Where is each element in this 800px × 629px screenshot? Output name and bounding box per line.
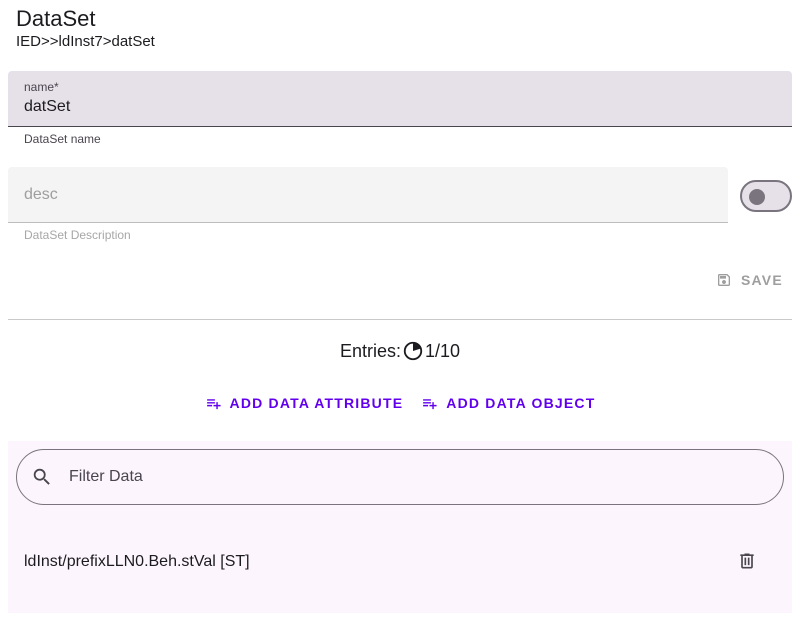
filter-placeholder[interactable]: Filter Data (69, 468, 143, 486)
list-item-label: ldInst/prefixLLN0.Beh.stVal [ST] (24, 553, 250, 570)
save-button[interactable]: SAVE (716, 266, 783, 294)
filter-input[interactable]: Filter Data (16, 449, 784, 505)
save-button-label: SAVE (741, 272, 783, 288)
add-data-object-button[interactable]: ADD DATA OBJECT (421, 392, 595, 414)
desc-field[interactable]: desc (8, 167, 728, 223)
desc-field-placeholder[interactable]: desc (24, 186, 58, 204)
page-title: DataSet (16, 6, 96, 31)
page-header: DataSet IED>>ldInst7>datSet (16, 6, 155, 52)
divider (8, 319, 792, 320)
name-field-helper: DataSet name (24, 132, 101, 146)
toggle-knob (749, 189, 765, 205)
delete-icon[interactable] (737, 551, 757, 571)
name-field[interactable]: name* datSet (8, 71, 792, 127)
add-data-attribute-button[interactable]: ADD DATA ATTRIBUTE (205, 392, 404, 414)
breadcrumb: IED>>ldInst7>datSet (16, 33, 155, 50)
save-icon (718, 274, 730, 286)
playlist-add-icon (206, 398, 221, 409)
entries-count: 1/10 (424, 340, 461, 361)
add-data-object-label: ADD DATA OBJECT (446, 395, 596, 411)
name-field-value[interactable]: datSet (24, 98, 70, 116)
name-field-label: name* (24, 80, 59, 94)
entries-panel: Filter Data ldInst/prefixLLN0.Beh.stVal … (8, 441, 792, 613)
playlist-add-icon (423, 398, 437, 409)
desc-null-toggle[interactable] (740, 180, 792, 212)
search-icon (33, 468, 50, 485)
entries-counter: Entries: 1/10 (0, 340, 800, 362)
list-item[interactable]: ldInst/prefixLLN0.Beh.stVal [ST] (8, 537, 792, 593)
add-actions: ADD DATA ATTRIBUTE ADD DATA OBJECT (0, 392, 800, 414)
add-data-attribute-label: ADD DATA ATTRIBUTE (229, 395, 404, 411)
desc-field-helper: DataSet Description (24, 228, 131, 242)
progress-pie-icon (403, 341, 423, 361)
entries-label: Entries: (339, 340, 401, 361)
